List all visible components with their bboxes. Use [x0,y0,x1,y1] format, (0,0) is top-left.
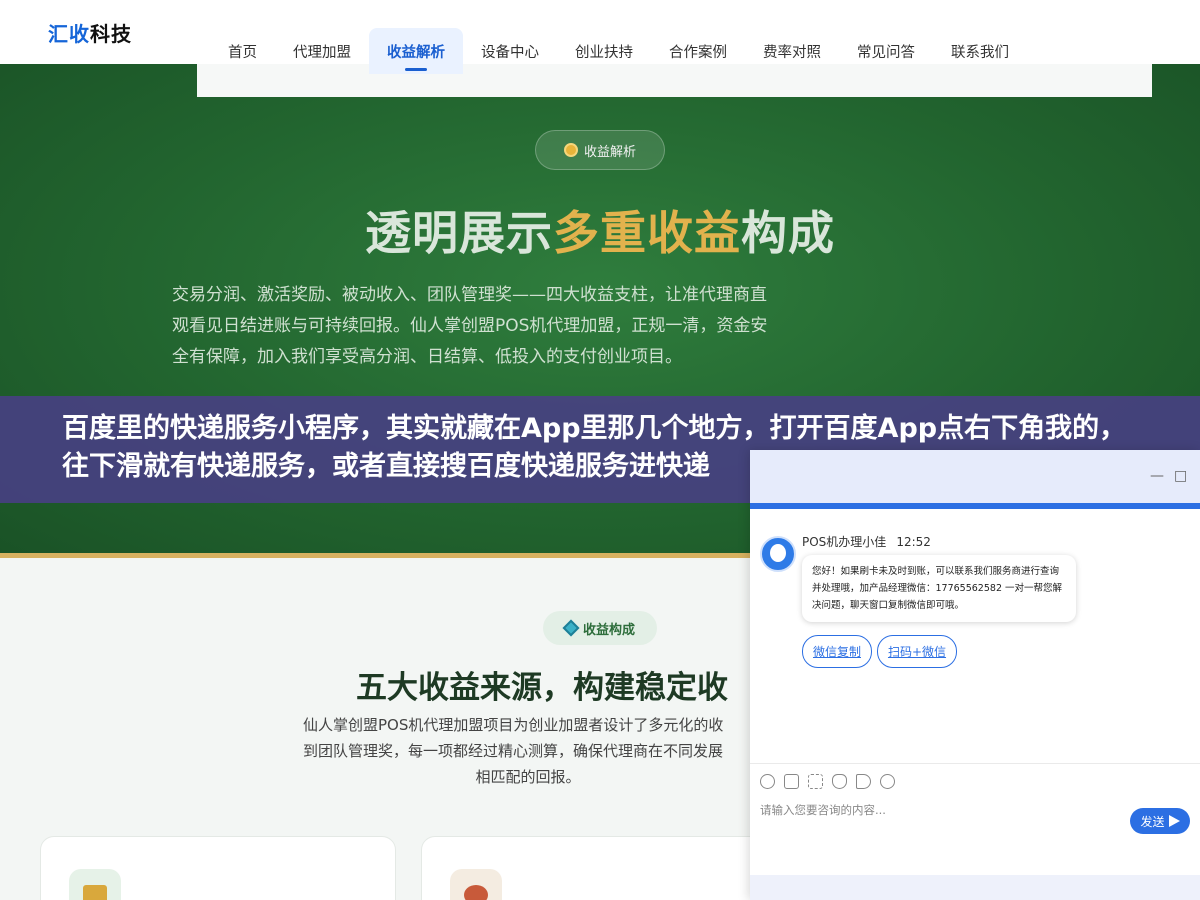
send-button-label: 发送 [1140,814,1165,829]
nav-item-startup-support[interactable]: 创业扶持 [557,28,651,74]
hero-badge: 收益解析 [535,130,665,170]
chat-messages: POS机办理小佳 12:52 您好！如果刷卡未及时到账，可以联系我们服务商进行查询… [750,509,1200,763]
agent-name: POS机办理小佳 [802,535,887,549]
nav-item-contact[interactable]: 联系我们 [933,28,1027,74]
chat-maximize-button[interactable]: □ [1174,468,1187,484]
quick-reply-copy-wechat[interactable]: 微信复制 [802,635,872,668]
section-description-line2: 到团队管理奖，每一项都经过精心测算，确保代理商在不同发展 [303,742,724,760]
main-nav: 首页 代理加盟 收益解析 设备中心 创业扶持 合作案例 费率对照 常见问答 联系… [210,28,1027,74]
section-description: 仙人掌创盟POS机代理加盟项目为创业加盟者设计了多元化的收 到团队管理奖，每一项… [303,712,753,790]
section-badge-label: 收益构成 [582,622,635,638]
nav-item-cases[interactable]: 合作案例 [651,28,745,74]
rating-icon[interactable] [832,774,847,789]
chat-input[interactable]: 请输入您要咨询的内容... [760,802,886,818]
agent-avatar [760,536,796,572]
message-time: 12:52 [896,535,931,549]
image-icon[interactable] [784,774,799,789]
top-header: 汇收科技 首页 代理加盟 收益解析 设备中心 创业扶持 合作案例 费率对照 常见… [0,0,1200,74]
hero-title-highlight: 多重收益 [553,206,741,260]
sound-icon[interactable] [856,774,871,789]
nav-item-device-center[interactable]: 设备中心 [463,28,557,74]
send-icon [1168,815,1180,827]
chat-header: — □ [750,450,1200,503]
chat-footer [750,875,1200,900]
section-badge: 收益构成 [543,611,657,645]
chat-widget: — □ POS机办理小佳 12:52 您好！如果刷卡未及时到账，可以联系我们服务商… [750,450,1200,900]
card-wallet-icon [69,869,121,900]
income-card[interactable] [40,836,396,900]
income-card[interactable] [421,836,777,900]
hero-title-part1: 透明展示 [365,206,553,260]
diamond-icon [562,619,580,637]
chat-toolbar [750,763,1200,801]
hero-badge-label: 收益解析 [583,144,636,160]
hero-title-part2: 构成 [741,206,835,260]
section-description-line3: 相匹配的回报。 [475,768,581,786]
section-description-line1: 仙人掌创盟POS机代理加盟项目为创业加盟者设计了多元化的收 [303,716,724,734]
section-title: 五大收益来源，构建稳定收 [356,670,728,706]
nav-item-agent-join[interactable]: 代理加盟 [275,28,369,74]
screenshot-icon[interactable] [808,774,823,789]
chat-minimize-button[interactable]: — [1150,468,1164,484]
nav-item-faq[interactable]: 常见问答 [839,28,933,74]
site-logo[interactable]: 汇收科技 [48,18,132,47]
card-target-icon [450,869,502,900]
quick-reply-scan-wechat[interactable]: 扫码+微信 [877,635,957,668]
nav-item-rates[interactable]: 费率对照 [745,28,839,74]
logo-accent-text: 汇收 [48,22,90,46]
coin-icon [563,143,578,157]
agent-message-bubble: 您好！如果刷卡未及时到账，可以联系我们服务商进行查询并处理哦，加产品经理微信：1… [802,555,1076,622]
nav-item-income-analysis[interactable]: 收益解析 [369,28,463,74]
send-button[interactable]: 发送 [1130,808,1190,834]
logo-rest-text: 科技 [90,22,132,46]
wechat-icon[interactable] [880,774,895,789]
emoji-icon[interactable] [760,774,775,789]
hero-description: 交易分润、激活奖励、被动收入、团队管理奖——四大收益支柱，让准代理商直观看见日结… [172,285,768,367]
hero-title: 透明展示多重收益构成 [0,197,1200,263]
nav-item-home[interactable]: 首页 [210,28,275,74]
agent-meta: POS机办理小佳 12:52 [802,533,931,550]
